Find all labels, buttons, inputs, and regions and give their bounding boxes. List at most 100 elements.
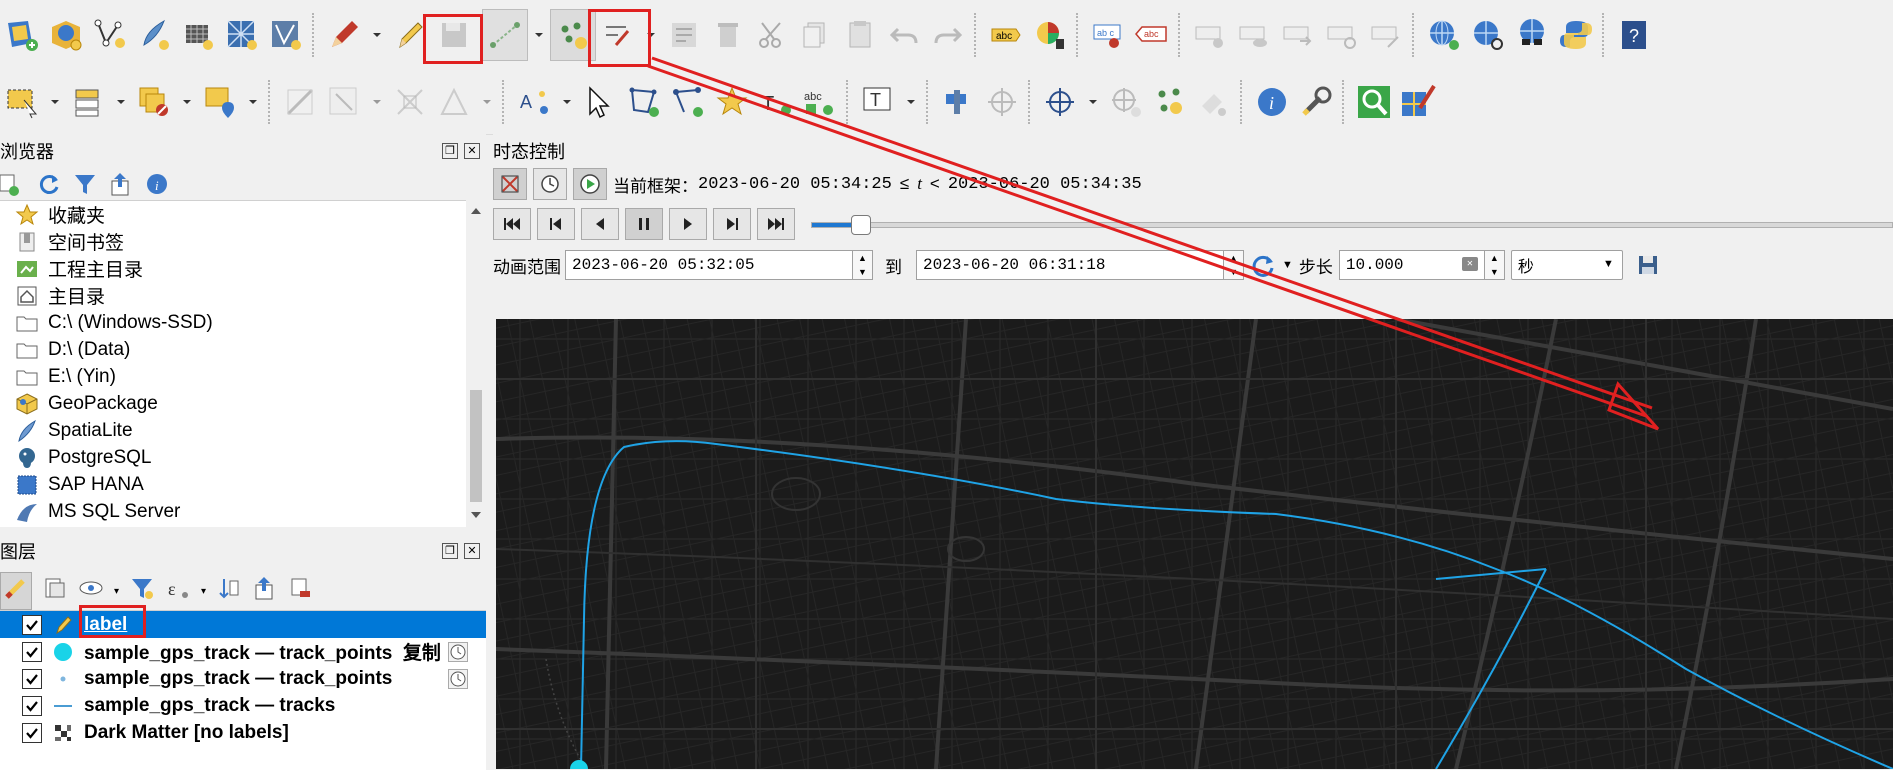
browser-item-geopackage[interactable]: GeoPackage: [0, 390, 466, 417]
delete-icon[interactable]: [706, 10, 750, 60]
browser-scrollbar[interactable]: [466, 200, 486, 526]
layer-checkbox[interactable]: [22, 722, 42, 743]
collapse-all-icon[interactable]: [108, 171, 134, 203]
timeline-slider-track[interactable]: [811, 222, 1893, 228]
range-end-field[interactable]: 2023-06-20 06:31:18: [916, 250, 1224, 280]
pen-edit-icon[interactable]: [132, 10, 176, 60]
temporal-clock-icon[interactable]: [448, 641, 468, 662]
pencil-brush-icon[interactable]: [322, 10, 366, 60]
label-red-icon[interactable]: abc: [1130, 10, 1174, 60]
copy-icon[interactable]: [794, 10, 838, 60]
sparkle-icon[interactable]: [1148, 77, 1192, 127]
labels-icon[interactable]: A: [512, 77, 556, 127]
label-grey-4-icon[interactable]: [1320, 10, 1364, 60]
timeline-slider-thumb[interactable]: [850, 215, 871, 235]
refresh-icon[interactable]: [36, 171, 62, 203]
pause-button[interactable]: [625, 208, 663, 240]
text-t-icon[interactable]: T: [856, 77, 900, 127]
deselect-icon[interactable]: [132, 77, 176, 127]
browser-item-postgresql[interactable]: PostgreSQL: [0, 444, 466, 471]
float-panel-icon[interactable]: ❐: [442, 143, 458, 159]
pin-icon[interactable]: [936, 77, 980, 127]
play-forward-button[interactable]: [669, 208, 707, 240]
cut-icon[interactable]: [750, 10, 794, 60]
browser-item-favorites[interactable]: 收藏夹: [0, 201, 466, 228]
layer-row-tracks[interactable]: sample_gps_track — tracks: [0, 692, 486, 719]
remove-layer-icon[interactable]: [288, 575, 314, 607]
new-map-icon[interactable]: [0, 10, 44, 60]
layer-checkbox[interactable]: [22, 695, 42, 716]
collapse-all-icon[interactable]: [252, 575, 278, 607]
fast-forward-end-button[interactable]: [757, 208, 795, 240]
temporal-clock-icon[interactable]: [448, 668, 468, 689]
label-pin-icon[interactable]: ab c: [1086, 10, 1130, 60]
play-backward-button[interactable]: [581, 208, 619, 240]
label-grey-1-icon[interactable]: [1188, 10, 1232, 60]
target-icon[interactable]: [980, 77, 1024, 127]
expand-all-icon[interactable]: [216, 575, 242, 607]
table-edit-icon[interactable]: [662, 10, 706, 60]
chevron-down-icon[interactable]: [366, 10, 388, 60]
chevron-down-icon[interactable]: [1082, 77, 1104, 127]
label-grey-2-icon[interactable]: [1232, 10, 1276, 60]
step-value-field[interactable]: 10.000 ✕: [1338, 250, 1485, 280]
clear-icon[interactable]: ✕: [1461, 257, 1478, 271]
chevron-down-icon[interactable]: [44, 77, 66, 127]
chevron-down-icon[interactable]: [556, 77, 578, 127]
eraser-icon[interactable]: [1192, 77, 1236, 127]
filter-icon[interactable]: [72, 171, 98, 203]
grid-select-icon[interactable]: [322, 77, 366, 127]
map-canvas[interactable]: [496, 319, 1893, 769]
fixed-range-button[interactable]: [533, 168, 567, 200]
layer-checkbox[interactable]: [22, 614, 42, 635]
browser-item-mssql[interactable]: MS SQL Server: [0, 498, 466, 525]
save-settings-icon[interactable]: [1637, 254, 1659, 276]
python-icon[interactable]: [1554, 10, 1598, 60]
label-grey-5-icon[interactable]: [1364, 10, 1408, 60]
browser-item-project-home[interactable]: 工程主目录: [0, 255, 466, 282]
zoom-green-icon[interactable]: [1352, 77, 1396, 127]
browser-item-drive-d[interactable]: D:\ (Data): [0, 336, 466, 363]
info-icon[interactable]: i: [1250, 77, 1294, 127]
select-location-icon[interactable]: [198, 77, 242, 127]
pie-chart-icon[interactable]: [1028, 10, 1072, 60]
next-frame-button[interactable]: [713, 208, 751, 240]
identify-cursor-icon[interactable]: [578, 77, 622, 127]
browser-item-home[interactable]: 主目录: [0, 282, 466, 309]
shape-icon[interactable]: [432, 77, 476, 127]
paste-icon[interactable]: [838, 10, 882, 60]
add-line-icon[interactable]: [482, 9, 528, 61]
help-icon[interactable]: ?: [1612, 10, 1656, 60]
add-group-icon[interactable]: [42, 575, 68, 607]
add-polygon-icon[interactable]: [622, 77, 666, 127]
layer-checkbox[interactable]: [22, 641, 42, 662]
grid-edit-icon[interactable]: [176, 10, 220, 60]
paint-icon[interactable]: [1396, 77, 1440, 127]
browser-item-drive-c[interactable]: C:\ (Windows-SSD): [0, 309, 466, 336]
filter-layers-icon[interactable]: [129, 575, 155, 607]
layer-row-track-points-copy[interactable]: sample_gps_track — track_points 复制: [0, 638, 486, 665]
previous-frame-button[interactable]: [537, 208, 575, 240]
redo-icon[interactable]: [926, 10, 970, 60]
label-abc-icon[interactable]: abc: [984, 10, 1028, 60]
chevron-down-icon[interactable]: [528, 10, 550, 60]
chevron-down-icon[interactable]: [476, 77, 498, 127]
range-end-spinner[interactable]: ▲ ▼: [1224, 250, 1244, 280]
chevron-down-icon[interactable]: [366, 77, 388, 127]
chevron-down-icon[interactable]: [176, 77, 198, 127]
expression-filter-icon[interactable]: ε: [165, 575, 191, 607]
layer-row-label[interactable]: label: [0, 611, 486, 638]
browser-item-sap-hana[interactable]: SAP HANA: [0, 471, 466, 498]
browser-item-drive-e[interactable]: E:\ (Yin): [0, 363, 466, 390]
select-rect-icon[interactable]: [0, 77, 44, 127]
chevron-down-icon[interactable]: [110, 77, 132, 127]
digitize-vertex-icon[interactable]: [88, 10, 132, 60]
step-spinner[interactable]: ▲ ▼: [1484, 250, 1505, 280]
rewind-start-button[interactable]: [493, 208, 531, 240]
step-unit-select[interactable]: 秒 ▼: [1510, 250, 1623, 280]
browser-item-spatial-bookmarks[interactable]: 空间书签: [0, 228, 466, 255]
vertex-tool-icon[interactable]: [264, 10, 308, 60]
chevron-down-icon[interactable]: ▼: [1282, 259, 1293, 271]
browser-item-spatialite[interactable]: SpatiaLite: [0, 417, 466, 444]
wrench-icon[interactable]: [1294, 77, 1338, 127]
